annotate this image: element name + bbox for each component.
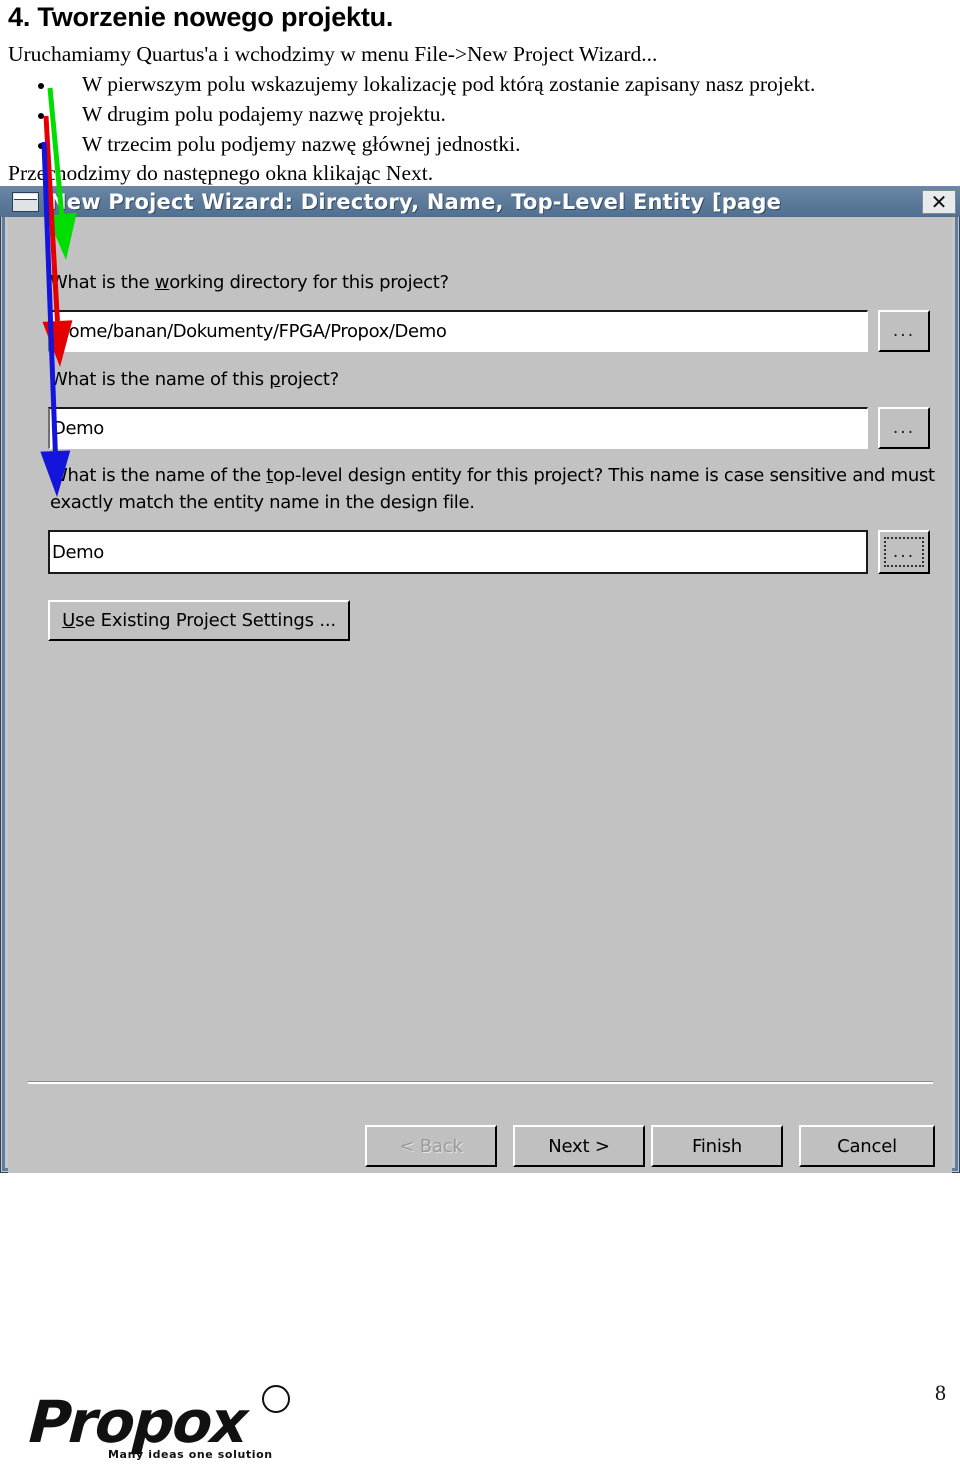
- bullet-dot-icon: [38, 113, 44, 119]
- button-label: Cancel: [837, 1135, 897, 1157]
- close-icon[interactable]: ✕: [922, 189, 956, 214]
- use-existing-project-settings-button[interactable]: Use Existing Project Settings ...: [48, 600, 350, 641]
- window-icon[interactable]: [12, 191, 39, 212]
- project-name-label: What is the name of this project?: [50, 369, 339, 390]
- back-button[interactable]: < Back: [365, 1125, 497, 1167]
- label-text-part: orking directory for this project?: [169, 272, 449, 293]
- cancel-button[interactable]: Cancel: [799, 1125, 935, 1167]
- button-label: Next >: [548, 1135, 610, 1157]
- next-button[interactable]: Next >: [513, 1125, 645, 1167]
- registered-circle: [262, 1385, 290, 1413]
- footer-separator: [28, 1081, 933, 1084]
- project-name-browse-button[interactable]: ...: [878, 407, 930, 449]
- accel-char: U: [62, 610, 76, 631]
- label-text-part: What is the: [50, 272, 155, 293]
- ellipsis-icon: ...: [892, 320, 916, 341]
- button-label: Use Existing Project Settings ...: [62, 610, 336, 631]
- bullet-dot-icon: [38, 143, 44, 149]
- list-item: W drugim polu podajemy nazwę projektu.: [8, 102, 446, 127]
- outro-paragraph: Przechodzimy do następnego okna klikając…: [8, 161, 434, 185]
- label-text-part: roject?: [280, 369, 339, 390]
- working-directory-input[interactable]: /home/banan/Dokumenty/FPGA/Propox/Demo: [48, 310, 868, 352]
- working-directory-label: What is the working directory for this p…: [50, 272, 449, 293]
- intro-paragraph: Uruchamiamy Quartus'a i wchodzimy w menu…: [8, 42, 658, 66]
- page-number: 8: [935, 1380, 946, 1405]
- label-text-part: What is the name of this: [50, 369, 270, 390]
- button-label: < Back: [399, 1135, 463, 1157]
- button-label-text: se Existing Project Settings ...: [75, 610, 336, 631]
- list-item-label: W trzecim polu podjemy nazwę głównej jed…: [82, 132, 521, 156]
- working-directory-value: /home/banan/Dokumenty/FPGA/Propox/Demo: [52, 321, 447, 342]
- finish-button[interactable]: Finish: [651, 1125, 783, 1167]
- dialog-client-area: What is the working directory for this p…: [8, 217, 952, 1173]
- top-level-entity-input[interactable]: Demo: [48, 530, 868, 574]
- working-directory-browse-button[interactable]: ...: [878, 310, 930, 352]
- accel-char: p: [269, 369, 281, 390]
- list-item-label: W drugim polu podajemy nazwę projektu.: [82, 102, 446, 126]
- list-item: W trzecim polu podjemy nazwę głównej jed…: [8, 132, 520, 157]
- page-title: 4. Tworzenie nowego projektu.: [8, 2, 394, 32]
- logo-tagline: Many ideas one solution: [108, 1448, 273, 1461]
- label-text-part: op-level design entity for this project?…: [273, 465, 935, 486]
- dialog-title: New Project Wizard: Directory, Name, Top…: [49, 189, 782, 214]
- list-item: W pierwszym polu wskazujemy lokalizację …: [8, 72, 815, 97]
- ellipsis-icon: ...: [884, 537, 924, 567]
- accel-char: w: [154, 272, 170, 293]
- top-level-entity-browse-button[interactable]: ...: [878, 530, 930, 574]
- project-name-input[interactable]: Demo: [48, 407, 868, 449]
- list-item-label: W pierwszym polu wskazujemy lokalizację …: [82, 72, 816, 96]
- logo-wordmark: Propox: [21, 1388, 258, 1456]
- bullet-dot-icon: [38, 83, 44, 89]
- ellipsis-icon: ...: [892, 417, 916, 438]
- label-text-part: What is the name of the: [50, 465, 267, 486]
- top-level-entity-value: Demo: [52, 541, 104, 563]
- dialog-titlebar[interactable]: New Project Wizard: Directory, Name, Top…: [0, 186, 960, 217]
- new-project-wizard-dialog: New Project Wizard: Directory, Name, Top…: [0, 186, 960, 1173]
- top-level-entity-label-line2: exactly match the entity name in the des…: [50, 492, 475, 513]
- project-name-value: Demo: [52, 418, 104, 439]
- button-label: Finish: [691, 1135, 743, 1157]
- top-level-entity-label-line1: What is the name of the top-level design…: [50, 465, 935, 486]
